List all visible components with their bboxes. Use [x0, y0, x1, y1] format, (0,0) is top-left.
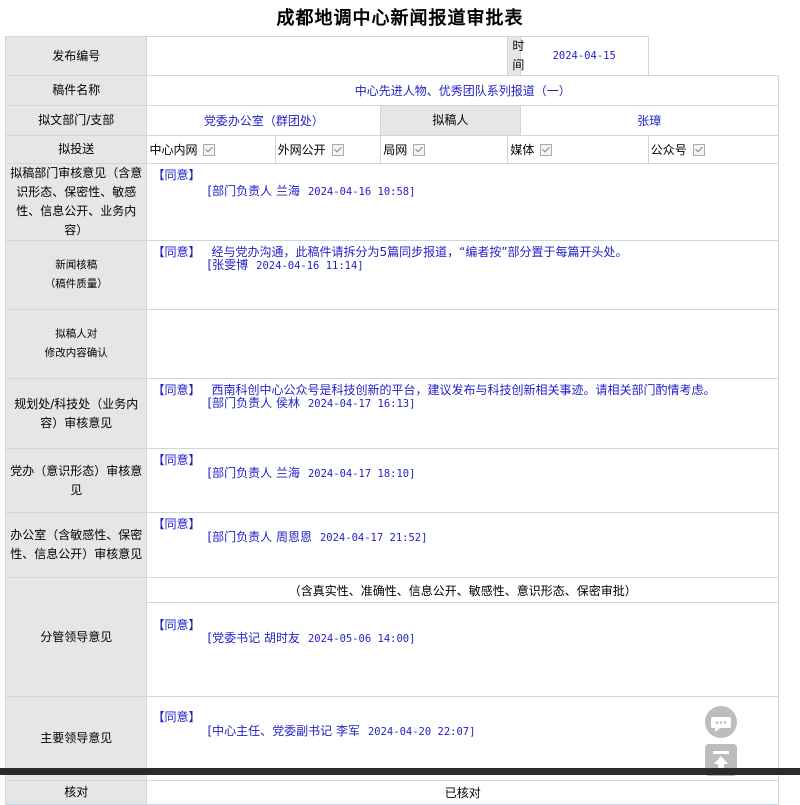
drafter-value: 张璋	[519, 105, 780, 136]
send-option-media[interactable]: 媒体	[507, 135, 649, 164]
planning-review-label: 规划处/科技处（业务内容）审核意见	[4, 378, 148, 449]
send-option-public[interactable]: 外网公开	[274, 135, 382, 164]
dept-review-label: 拟稿部门审核意见（含意识形态、保密性、敏感性、信息公开、业务内容）	[4, 163, 148, 241]
news-check-label: 新闻核稿 （稿件质量）	[4, 240, 148, 310]
deputy-leader-label: 分管领导意见	[4, 577, 148, 697]
checkbox-checked-icon[interactable]	[692, 143, 705, 156]
party-office-review-opinion: 【同意】 [部门负责人 兰海 2024-04-17 18:10]	[152, 453, 416, 480]
send-label: 拟投送	[4, 135, 148, 164]
planning-review-opinion: 【同意】 西南科创中心公众号是科技创新的平台，建议发布与科技创新相关事迹。请相关…	[152, 383, 716, 410]
time-value: 2024-04-15	[519, 36, 649, 76]
check-label: 核对	[4, 780, 148, 805]
send-option-bureau[interactable]: 局网	[380, 135, 509, 164]
drafter-confirm-label: 拟稿人对 修改内容确认	[4, 309, 148, 379]
checkbox-checked-icon[interactable]	[413, 143, 426, 156]
publish-no-value	[146, 36, 509, 76]
manuscript-label: 稿件名称	[4, 75, 148, 106]
checkbox-checked-icon[interactable]	[203, 143, 216, 156]
approval-table: 发布编号 时间 2024-04-15 稿件名称 中心先进人物、优秀团队系列报道（…	[4, 36, 780, 805]
bottom-bar	[0, 768, 800, 775]
dept-review-opinion: 【同意】 [部门负责人 兰海 2024-04-16 10:58]	[152, 168, 416, 198]
checkbox-checked-icon[interactable]	[540, 143, 553, 156]
comment-icon[interactable]	[705, 706, 737, 738]
deputy-leader-note: （含真实性、准确性、信息公开、敏感性、意识形态、保密审批）	[146, 577, 779, 603]
drafter-confirm-opinion	[146, 309, 779, 379]
checkbox-checked-icon[interactable]	[331, 143, 344, 156]
check-value: 已核对	[146, 780, 779, 805]
time-label: 时间	[507, 36, 524, 76]
send-option-wechat[interactable]: 公众号	[647, 135, 780, 164]
deputy-leader-opinion: 【同意】 [党委书记 胡时友 2024-05-06 14:00]	[152, 618, 416, 645]
office-review-label: 办公室（含敏感性、保密性、信息公开）审核意见	[4, 512, 148, 578]
news-check-opinion: 【同意】 经与党办沟通，此稿件请拆分为5篇同步报道，“编者按”部分置于每篇开头处…	[152, 245, 628, 272]
party-office-review-label: 党办（意识形态）审核意见	[4, 448, 148, 513]
publish-no-label: 发布编号	[4, 36, 148, 76]
page-title: 成都地调中心新闻报道审批表	[276, 8, 524, 29]
dept-label: 拟文部门/支部	[4, 105, 148, 136]
drafter-label: 拟稿人	[380, 105, 521, 136]
manuscript-value: 中心先进人物、优秀团队系列报道（一）	[146, 75, 779, 106]
dept-value: 党委办公室（群团处）	[146, 105, 382, 136]
send-option-intranet[interactable]: 中心内网	[146, 135, 276, 164]
office-review-opinion: 【同意】 [部门负责人 周恩恩 2024-04-17 21:52]	[152, 517, 428, 544]
